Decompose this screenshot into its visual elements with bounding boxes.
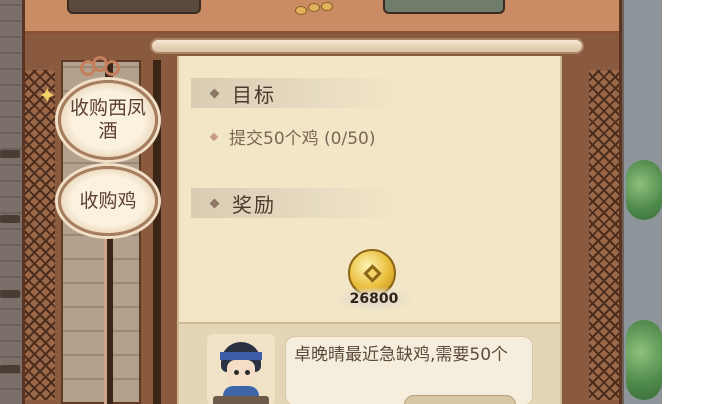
goal-item: 提交50个鸡 (0/50) — [209, 124, 376, 149]
quest-panel: 目标 提交50个鸡 (0/50) 奖励 26800 卓晚晴最近急缺鸡,需要50个 — [177, 56, 562, 404]
reward-item[interactable]: 26800 — [336, 249, 426, 319]
bench — [0, 215, 20, 223]
diamond-bullet-icon — [209, 88, 220, 98]
tab-label: 收购西凤酒 — [69, 97, 146, 142]
coins-decoration — [295, 2, 335, 16]
tree — [626, 160, 662, 220]
bench — [0, 290, 20, 298]
reward-amount: 26800 — [336, 287, 412, 311]
bench — [0, 365, 20, 373]
npc-avatar — [217, 342, 265, 404]
tab-label: 收购鸡 — [79, 189, 137, 212]
diamond-bullet-icon — [209, 198, 220, 208]
sparkle-icon: ✦ — [38, 84, 57, 109]
tab-cord — [104, 236, 107, 404]
npc-dialog-box: 卓晚晴最近急缺鸡,需要50个 — [179, 322, 560, 404]
tab-buy-xifeng-wine[interactable]: 收购西凤酒 — [58, 56, 158, 160]
tray-decoration — [67, 0, 201, 14]
knot-ornament-icon — [80, 56, 120, 82]
panel-top-roll — [150, 38, 584, 54]
reward-header-label: 奖励 — [232, 192, 276, 217]
right-lattice — [589, 70, 619, 400]
npc-portrait — [207, 334, 275, 404]
reward-header: 奖励 — [191, 188, 401, 218]
tab-buy-chicken[interactable]: 收购鸡 — [58, 166, 158, 236]
npc-name-plate — [213, 396, 269, 404]
goal-header: 目标 — [191, 78, 401, 108]
npc-dialog-text: 卓晚晴最近急缺鸡,需要50个 — [294, 345, 509, 365]
goal-text: 提交50个鸡 (0/50) — [229, 129, 376, 149]
left-lattice — [25, 70, 55, 400]
submit-button[interactable] — [404, 395, 516, 404]
game-scene: 目标 提交50个鸡 (0/50) 奖励 26800 卓晚晴最近急缺鸡,需要50个… — [0, 0, 662, 404]
speech-bubble: 卓晚晴最近急缺鸡,需要50个 — [285, 336, 533, 404]
box-decoration — [383, 0, 505, 14]
diamond-bullet-icon — [209, 132, 219, 141]
tree — [626, 320, 662, 400]
bench — [0, 150, 20, 158]
goal-header-label: 目标 — [232, 82, 276, 107]
